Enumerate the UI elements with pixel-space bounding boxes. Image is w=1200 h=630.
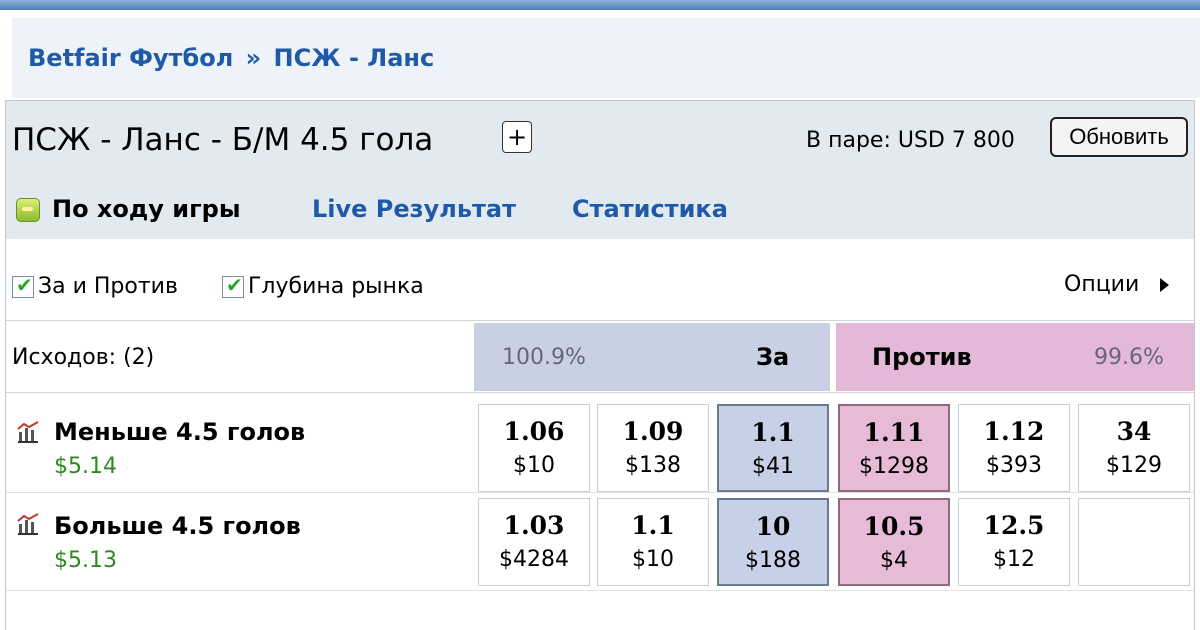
top-nav-bar xyxy=(0,0,1200,10)
runners-count: Исходов: (2) xyxy=(12,345,155,370)
live-results-link[interactable]: Live Результат xyxy=(312,195,516,223)
size: $393 xyxy=(986,453,1042,478)
lay-price-cell[interactable]: 1.12 $393 xyxy=(958,404,1070,492)
size: $4284 xyxy=(499,547,569,572)
runner-name[interactable]: Больше 4.5 голов xyxy=(54,512,301,540)
runner-profit: $5.13 xyxy=(54,548,117,573)
breadcrumb-separator: » xyxy=(245,44,262,72)
breadcrumb-event-link[interactable]: ПСЖ - Ланс xyxy=(274,44,435,72)
odds: 1.1 xyxy=(631,511,675,540)
odds: 1.12 xyxy=(983,417,1045,446)
size: $129 xyxy=(1106,453,1162,478)
odds: 10 xyxy=(755,512,791,541)
lay-price-cell[interactable]: 34 $129 xyxy=(1078,404,1190,492)
options-row xyxy=(6,240,1194,321)
odds: 1.06 xyxy=(503,417,565,446)
arrow-right-icon[interactable] xyxy=(1160,278,1169,292)
inplay-label: По ходу игры xyxy=(52,195,241,223)
lay-price-cell[interactable] xyxy=(1078,498,1190,586)
odds: 1.11 xyxy=(863,418,925,447)
size: $188 xyxy=(745,548,801,573)
runner-profit: $5.14 xyxy=(54,454,117,479)
runner-name[interactable]: Меньше 4.5 голов xyxy=(54,418,305,446)
chart-icon[interactable] xyxy=(16,512,40,536)
check-icon: ✔ xyxy=(16,273,33,297)
market-title: ПСЖ - Ланс - Б/М 4.5 гола xyxy=(12,122,434,158)
odds: 1.03 xyxy=(503,511,565,540)
expand-button[interactable]: + xyxy=(502,121,532,153)
back-lay-checkbox[interactable]: ✔ xyxy=(12,273,34,298)
best-lay-price-cell[interactable]: 1.11 $1298 xyxy=(838,404,950,492)
best-lay-price-cell[interactable]: 10.5 $4 xyxy=(838,498,950,586)
size: $10 xyxy=(632,547,674,572)
matched-amount: В паре: USD 7 800 xyxy=(806,128,1015,153)
breadcrumb: Betfair Футбол » ПСЖ - Ланс xyxy=(28,44,434,72)
size: $4 xyxy=(880,548,908,573)
size: $12 xyxy=(993,547,1035,572)
back-price-cell[interactable]: 1.1 $10 xyxy=(597,498,709,586)
odds: 1.09 xyxy=(622,417,684,446)
inplay-icon xyxy=(16,198,40,222)
back-label: За xyxy=(756,343,790,371)
best-back-price-cell[interactable]: 10 $188 xyxy=(717,498,829,586)
back-price-cell[interactable]: 1.06 $10 xyxy=(478,404,590,492)
odds: 1.1 xyxy=(751,418,795,447)
market-depth-label[interactable]: Глубина рынка xyxy=(248,274,424,299)
lay-overround: 99.6% xyxy=(1094,345,1164,370)
lay-label: Против xyxy=(872,343,972,371)
back-price-cell[interactable]: 1.09 $138 xyxy=(597,404,709,492)
options-link[interactable]: Опции xyxy=(1064,272,1139,297)
breadcrumb-section-link[interactable]: Betfair Футбол xyxy=(28,44,233,72)
market-depth-checkbox[interactable]: ✔ xyxy=(222,273,244,298)
back-overround: 100.9% xyxy=(502,345,586,370)
odds: 12.5 xyxy=(983,511,1045,540)
size: $10 xyxy=(513,453,555,478)
odds: 34 xyxy=(1116,417,1152,446)
size: $1298 xyxy=(859,454,929,479)
size: $41 xyxy=(752,454,794,479)
refresh-button[interactable]: Обновить xyxy=(1050,117,1188,157)
lay-price-cell[interactable]: 12.5 $12 xyxy=(958,498,1070,586)
odds: 10.5 xyxy=(863,512,925,541)
check-icon: ✔ xyxy=(226,273,243,297)
back-lay-label[interactable]: За и Против xyxy=(38,274,178,299)
statistics-link[interactable]: Статистика xyxy=(572,195,728,223)
chart-icon[interactable] xyxy=(16,420,40,444)
best-back-price-cell[interactable]: 1.1 $41 xyxy=(717,404,829,492)
size: $138 xyxy=(625,453,681,478)
back-price-cell[interactable]: 1.03 $4284 xyxy=(478,498,590,586)
